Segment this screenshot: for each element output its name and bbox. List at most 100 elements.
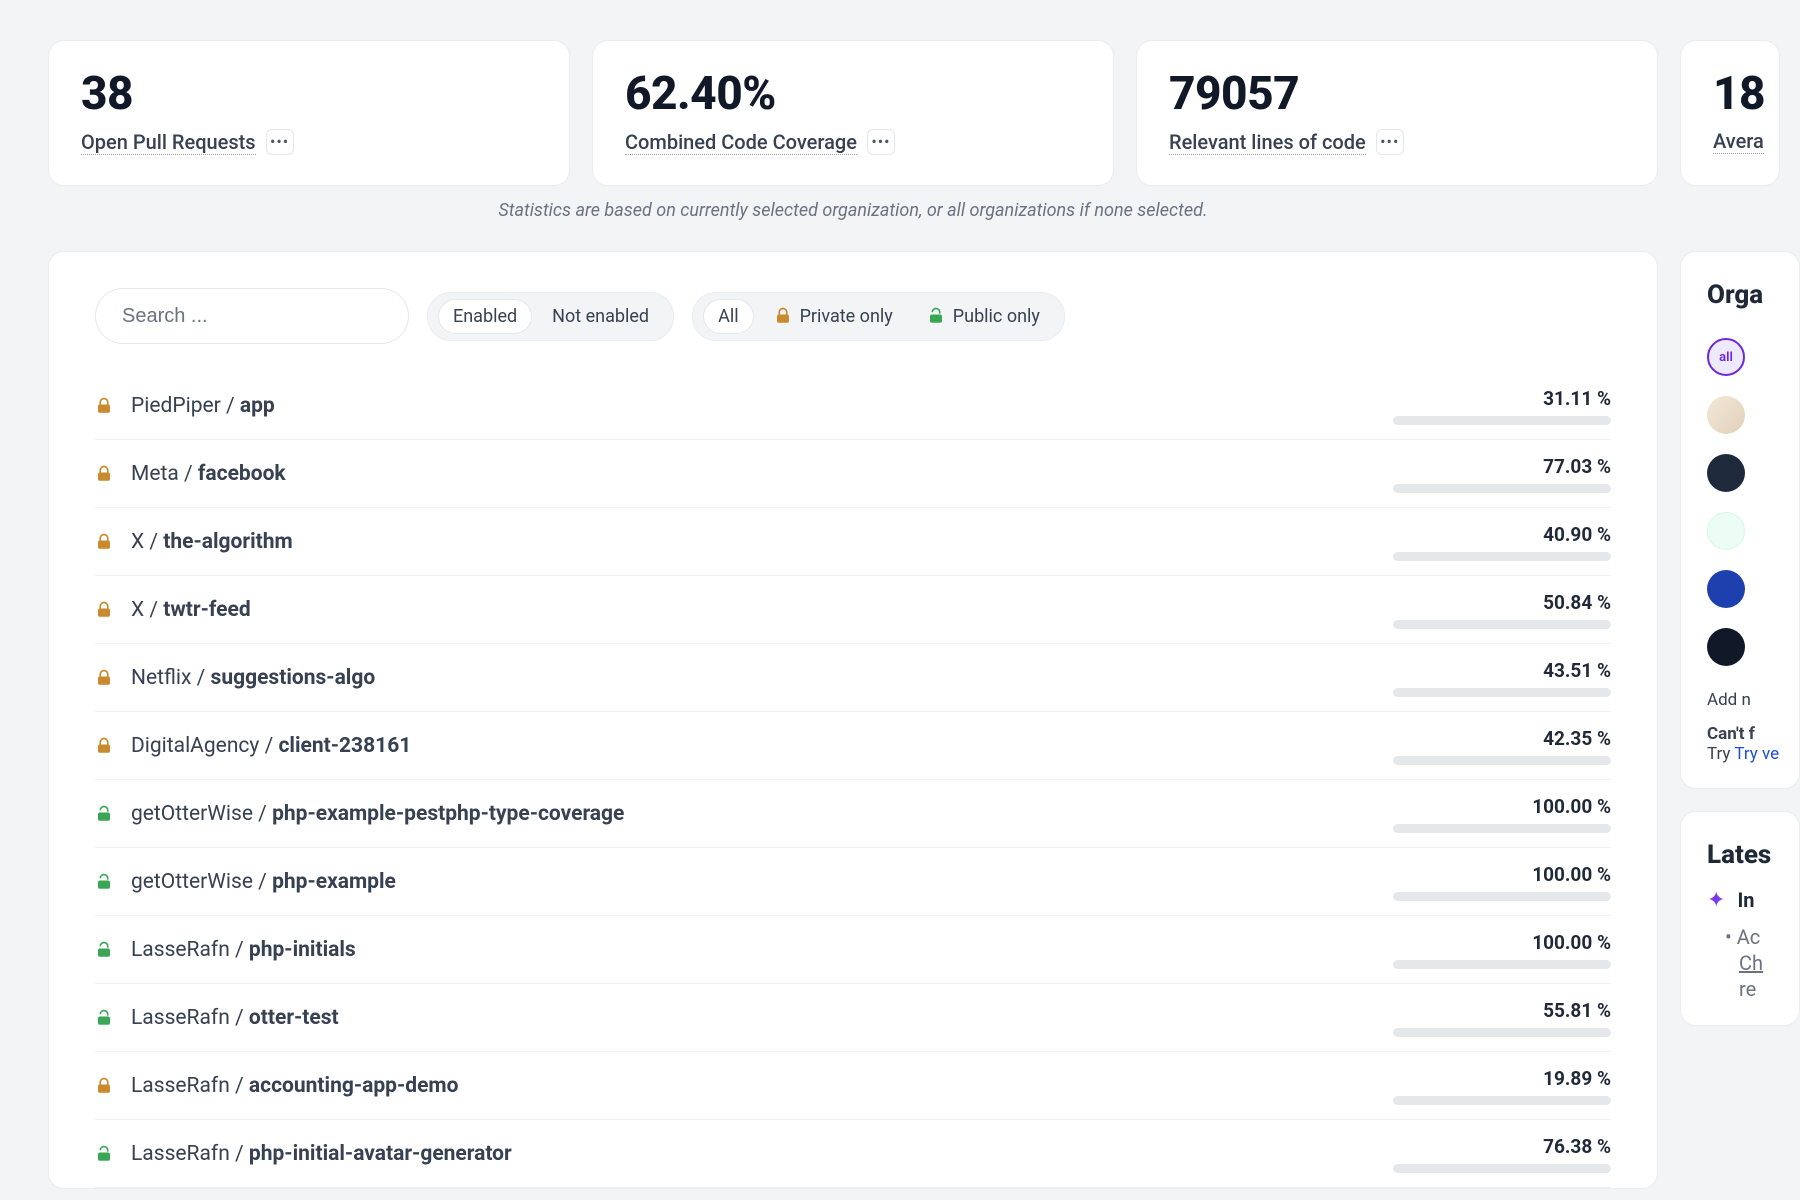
repo-name: getOtterWise / php-example (131, 870, 1371, 894)
coverage-percent: 55.81 % (1543, 999, 1611, 1022)
visibility-filter-group: All Private only Public only (692, 292, 1065, 341)
org-item[interactable] (1707, 444, 1799, 502)
lock-open-icon (95, 941, 123, 959)
org-item[interactable] (1707, 560, 1799, 618)
repo-row[interactable]: getOtterWise / php-example-pestphp-type-… (95, 780, 1611, 848)
stat-more-button[interactable]: ••• (1376, 129, 1404, 155)
search-input[interactable] (95, 288, 409, 344)
coverage-percent: 40.90 % (1543, 523, 1611, 546)
repo-row[interactable]: X / twtr-feed 50.84 % (95, 576, 1611, 644)
coverage-block: 76.38 % (1371, 1135, 1611, 1173)
cant-find-text: Can't f (1707, 724, 1755, 744)
filter-row: Enabled Not enabled All Private only Pub… (95, 288, 1611, 344)
repo-name: DigitalAgency / client-238161 (131, 734, 1371, 758)
org-list-card: Orga all Add n Can't f Try Try ve (1680, 251, 1800, 789)
repo-name: Meta / facebook (131, 462, 1371, 486)
repo-row[interactable]: Netflix / suggestions-algo 43.51 % (95, 644, 1611, 712)
repo-card: Enabled Not enabled All Private only Pub… (48, 251, 1658, 1189)
stat-card: 79057 Relevant lines of code ••• (1136, 40, 1658, 186)
stat-label: Combined Code Coverage (625, 130, 857, 155)
coverage-percent: 76.38 % (1543, 1135, 1611, 1158)
coverage-bar-track (1393, 552, 1611, 561)
latest-bullet: Ch (1739, 951, 1799, 975)
repo-row[interactable]: LasseRafn / php-initials 100.00 % (95, 916, 1611, 984)
coverage-bar-track (1393, 1096, 1611, 1105)
coverage-block: 100.00 % (1371, 863, 1611, 901)
coverage-percent: 43.51 % (1543, 659, 1611, 682)
stat-card: 18 Avera (1680, 40, 1780, 186)
coverage-percent: 19.89 % (1543, 1067, 1611, 1090)
repo-row[interactable]: Meta / facebook 77.03 % (95, 440, 1611, 508)
filter-not-enabled[interactable]: Not enabled (538, 300, 663, 333)
coverage-block: 42.35 % (1371, 727, 1611, 765)
stat-label: Open Pull Requests (81, 130, 256, 155)
coverage-block: 43.51 % (1371, 659, 1611, 697)
coverage-block: 100.00 % (1371, 931, 1611, 969)
org-all-badge: all (1707, 338, 1745, 376)
lock-open-icon (927, 307, 945, 325)
repo-row[interactable]: LasseRafn / accounting-app-demo 19.89 % (95, 1052, 1611, 1120)
repo-name: LasseRafn / php-initials (131, 938, 1371, 962)
stat-label: Avera (1713, 129, 1764, 154)
filter-enabled[interactable]: Enabled (438, 299, 532, 334)
filter-all[interactable]: All (703, 299, 754, 334)
filter-public-only[interactable]: Public only (913, 300, 1054, 333)
lock-open-icon (95, 873, 123, 891)
lock-closed-icon (95, 1077, 123, 1095)
coverage-bar-track (1393, 484, 1611, 493)
stat-value: 38 (81, 67, 537, 121)
coverage-bar-track (1393, 756, 1611, 765)
lock-closed-icon (95, 397, 123, 415)
coverage-bar-track (1393, 960, 1611, 969)
org-item[interactable] (1707, 618, 1799, 676)
latest-title: Lates (1707, 840, 1799, 870)
repo-row[interactable]: X / the-algorithm 40.90 % (95, 508, 1611, 576)
coverage-block: 40.90 % (1371, 523, 1611, 561)
repo-row[interactable]: PiedPiper / app 31.11 % (95, 372, 1611, 440)
coverage-block: 50.84 % (1371, 591, 1611, 629)
lock-closed-icon (95, 465, 123, 483)
coverage-block: 100.00 % (1371, 795, 1611, 833)
repo-row[interactable]: DigitalAgency / client-238161 42.35 % (95, 712, 1611, 780)
coverage-bar-track (1393, 1028, 1611, 1037)
add-org-link[interactable]: Add n (1707, 690, 1799, 710)
filter-private-label: Private only (800, 306, 893, 327)
repo-row[interactable]: getOtterWise / php-example 100.00 % (95, 848, 1611, 916)
org-avatar-icon (1707, 396, 1745, 434)
coverage-percent: 77.03 % (1543, 455, 1611, 478)
stat-more-button[interactable]: ••• (867, 129, 895, 155)
filter-private-only[interactable]: Private only (760, 300, 907, 333)
coverage-percent: 31.11 % (1543, 387, 1611, 410)
coverage-block: 19.89 % (1371, 1067, 1611, 1105)
stat-card: 38 Open Pull Requests ••• (48, 40, 570, 186)
repo-name: LasseRafn / php-initial-avatar-generator (131, 1142, 1371, 1166)
coverage-percent: 42.35 % (1543, 727, 1611, 750)
stats-row: 38 Open Pull Requests ••• 62.40% Combine… (48, 40, 1800, 186)
sparkle-icon: ✦ (1707, 888, 1725, 913)
org-item[interactable] (1707, 386, 1799, 444)
lock-open-icon (95, 1145, 123, 1163)
lock-open-icon (95, 805, 123, 823)
coverage-bar-track (1393, 1164, 1611, 1173)
coverage-block: 55.81 % (1371, 999, 1611, 1037)
repo-list: PiedPiper / app 31.11 % Meta / facebook … (95, 372, 1611, 1188)
latest-bullet: • Ac (1725, 925, 1799, 949)
coverage-block: 77.03 % (1371, 455, 1611, 493)
repo-row[interactable]: LasseRafn / otter-test 55.81 % (95, 984, 1611, 1052)
lock-closed-icon (95, 601, 123, 619)
org-item[interactable] (1707, 502, 1799, 560)
latest-item-title[interactable]: In (1737, 888, 1754, 912)
latest-card: Lates ✦ In • Ac Ch re (1680, 811, 1800, 1026)
enabled-filter-group: Enabled Not enabled (427, 292, 674, 341)
org-all[interactable]: all (1707, 328, 1799, 386)
repo-name: PiedPiper / app (131, 394, 1371, 418)
lock-closed-icon (95, 669, 123, 687)
lock-open-icon (95, 1009, 123, 1027)
stat-value: 18 (1713, 67, 1779, 121)
stat-more-button[interactable]: ••• (266, 129, 294, 155)
org-avatar-icon (1707, 570, 1745, 608)
verify-link[interactable]: Try ve (1734, 744, 1779, 764)
filter-public-label: Public only (953, 306, 1040, 327)
org-avatar-icon (1707, 512, 1745, 550)
repo-row[interactable]: LasseRafn / php-initial-avatar-generator… (95, 1120, 1611, 1188)
